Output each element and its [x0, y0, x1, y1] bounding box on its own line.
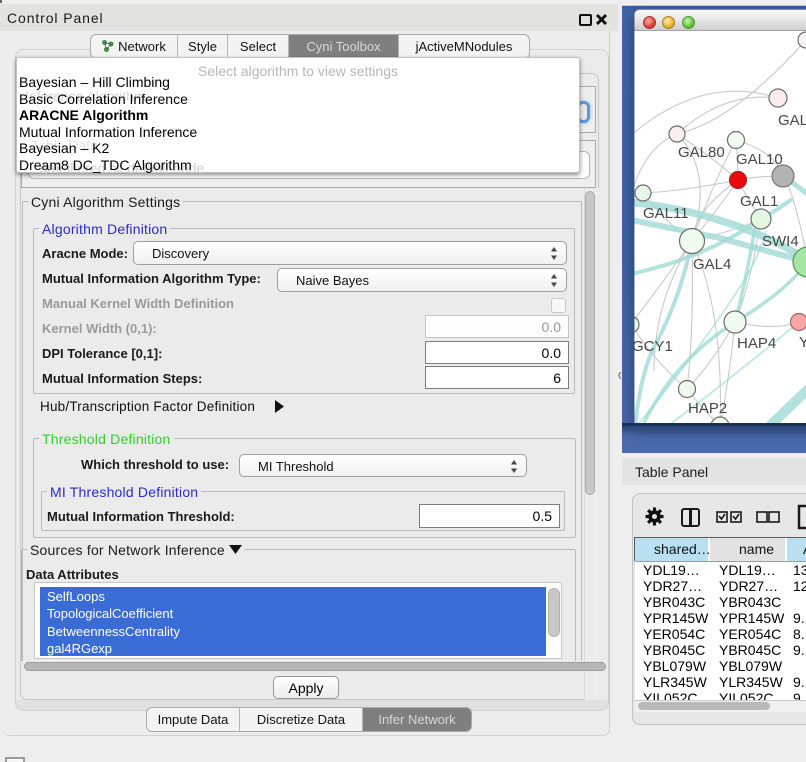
svg-text:HAP2: HAP2: [688, 400, 727, 417]
svg-text:GAL11: GAL11: [643, 205, 689, 222]
svg-text:GAL: GAL: [778, 112, 806, 129]
svg-text:GAL10: GAL10: [736, 151, 783, 168]
svg-text:GAL80: GAL80: [678, 144, 725, 161]
svg-text:GAL1: GAL1: [740, 193, 778, 210]
svg-text:GAL4: GAL4: [693, 256, 731, 273]
svg-text:GCY1: GCY1: [634, 338, 673, 355]
svg-text:SWI4: SWI4: [762, 233, 799, 250]
svg-text:HAP4: HAP4: [737, 335, 776, 352]
svg-text:Y: Y: [799, 334, 806, 351]
